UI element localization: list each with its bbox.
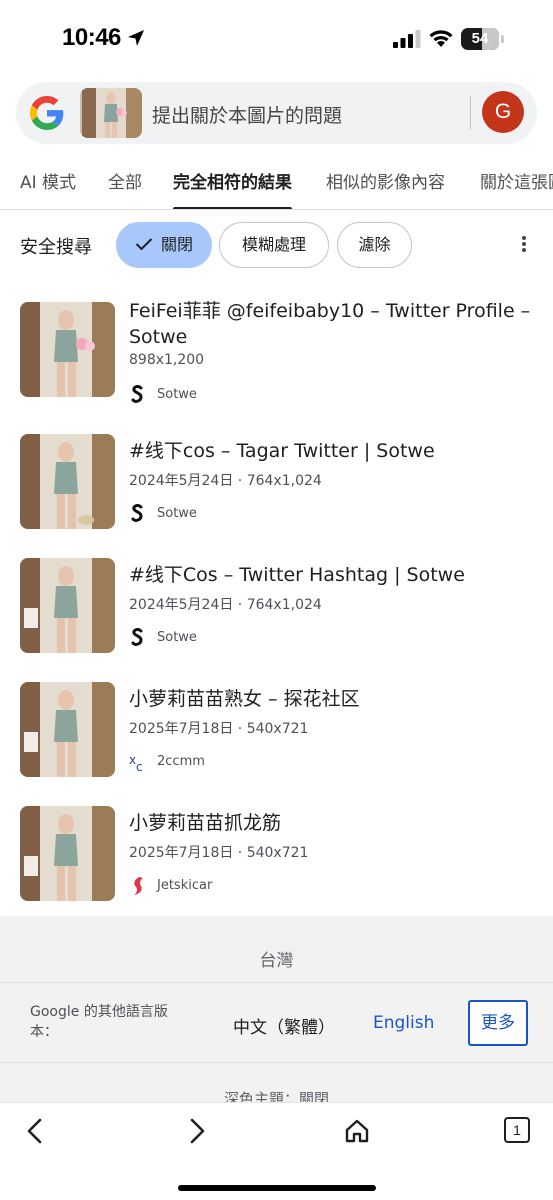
tab-all[interactable]: 全部 xyxy=(108,168,142,209)
source-name: 2ccmm xyxy=(157,754,205,769)
sotwe-icon xyxy=(131,385,143,403)
active-tab-indicator xyxy=(173,207,292,209)
footer-divider xyxy=(0,982,553,983)
check-icon xyxy=(135,238,153,251)
safe-search-blur-chip[interactable]: 模糊處理 xyxy=(219,222,329,268)
safe-search-off-chip[interactable]: 關閉 xyxy=(116,222,212,268)
tab-about-this-image[interactable]: 關於這張圖 xyxy=(480,168,553,209)
result-thumbnail[interactable] xyxy=(20,806,115,901)
more-options-icon[interactable] xyxy=(516,232,532,256)
tab-label: 關於這張圖 xyxy=(480,173,553,193)
search-tabs: AI 模式 全部 完全相符的結果 相似的影像內容 關於這張圖 xyxy=(0,160,553,210)
language-english-link[interactable]: English xyxy=(373,1013,434,1033)
status-time: 10:46 xyxy=(62,24,121,51)
result-item[interactable]: 小萝莉苗苗熟女 – 探花社区 2025年7月18日 · 540x721 xc 2… xyxy=(0,682,553,792)
language-chinese-traditional: 中文（繁體） xyxy=(233,1018,335,1038)
result-meta: 898x1,200 xyxy=(129,352,205,368)
cellular-signal-icon xyxy=(393,30,421,48)
region-label: 台灣 xyxy=(259,951,294,971)
tabs-switcher-button[interactable]: 1 xyxy=(504,1117,530,1143)
status-bar: 10:46 54 xyxy=(0,0,553,70)
home-icon[interactable] xyxy=(343,1117,371,1145)
safe-search-filter-chip[interactable]: 濾除 xyxy=(337,222,412,268)
google-logo-icon[interactable] xyxy=(30,96,64,130)
xc-icon: xc xyxy=(129,753,143,772)
sotwe-icon xyxy=(131,504,143,522)
result-item[interactable]: #线下Cos – Twitter Hashtag | Sotwe 2024年5月… xyxy=(0,558,553,668)
page-footer: 台灣 Google 的其他語言版本： 中文（繁體） English 更多 深色主… xyxy=(0,916,553,1108)
result-meta: 2025年7月18日 · 540x721 xyxy=(129,845,309,861)
result-thumbnail[interactable] xyxy=(20,558,115,653)
location-arrow-icon xyxy=(128,30,144,46)
browser-toolbar: 1 xyxy=(0,1102,553,1200)
chip-label: 模糊處理 xyxy=(241,235,306,254)
search-query-placeholder[interactable]: 提出關於本圖片的問題 xyxy=(152,101,342,128)
result-thumbnail[interactable] xyxy=(20,302,115,397)
search-bar[interactable]: 提出關於本圖片的問題 G xyxy=(16,82,537,144)
footer-divider xyxy=(0,1062,553,1063)
tab-label: 完全相符的結果 xyxy=(173,173,292,193)
back-arrow-icon[interactable] xyxy=(22,1117,50,1145)
result-thumbnail[interactable] xyxy=(20,682,115,777)
tab-ai-mode[interactable]: AI 模式 xyxy=(20,168,77,209)
result-meta: 2025年7月18日 · 540x721 xyxy=(129,721,309,737)
wifi-icon xyxy=(429,30,453,47)
tab-label: AI 模式 xyxy=(20,173,77,193)
battery-level: 54 xyxy=(471,30,489,47)
forward-arrow-icon[interactable] xyxy=(182,1117,210,1145)
result-title[interactable]: 小萝莉苗苗熟女 – 探花社区 xyxy=(129,686,539,712)
chip-label: 關閉 xyxy=(160,235,193,254)
svg-text:c: c xyxy=(136,760,143,772)
source-name: Sotwe xyxy=(157,506,197,521)
query-image-thumbnail[interactable] xyxy=(80,88,142,138)
safe-search-row: 安全搜尋 關閉 模糊處理 濾除 xyxy=(0,220,553,270)
safe-search-label: 安全搜尋 xyxy=(20,237,92,258)
tab-label: 相似的影像內容 xyxy=(326,173,445,193)
tab-visual-matches[interactable]: 相似的影像內容 xyxy=(326,168,445,209)
chip-label: 濾除 xyxy=(358,235,391,254)
source-name: Jetskicar xyxy=(157,878,213,893)
jetskicar-icon xyxy=(134,877,143,895)
search-divider xyxy=(470,96,471,130)
result-item[interactable]: #线下cos – Tagar Twitter | Sotwe 2024年5月24… xyxy=(0,434,553,544)
sotwe-icon xyxy=(131,628,143,646)
tab-exact-matches[interactable]: 完全相符的結果 xyxy=(173,168,292,209)
language-label: Google 的其他語言版本： xyxy=(30,1004,168,1040)
source-name: Sotwe xyxy=(157,387,197,402)
result-item[interactable]: FeiFei菲菲 @feifeibaby10 – Twitter Profile… xyxy=(0,300,553,412)
result-title[interactable]: #线下cos – Tagar Twitter | Sotwe xyxy=(129,438,539,464)
home-indicator xyxy=(178,1185,376,1191)
account-avatar[interactable]: G xyxy=(482,91,524,133)
battery-indicator: 54 xyxy=(461,28,505,50)
result-thumbnail[interactable] xyxy=(20,434,115,529)
result-title[interactable]: FeiFei菲菲 @feifeibaby10 – Twitter Profile… xyxy=(129,298,539,350)
result-title[interactable]: #线下Cos – Twitter Hashtag | Sotwe xyxy=(129,562,539,588)
source-name: Sotwe xyxy=(157,630,197,645)
tab-label: 全部 xyxy=(108,173,142,193)
result-meta: 2024年5月24日 · 764x1,024 xyxy=(129,597,322,613)
more-languages-button[interactable]: 更多 xyxy=(468,1000,528,1046)
result-title[interactable]: 小萝莉苗苗抓龙筋 xyxy=(129,810,539,836)
result-meta: 2024年5月24日 · 764x1,024 xyxy=(129,473,322,489)
result-item[interactable]: 小萝莉苗苗抓龙筋 2025年7月18日 · 540x721 Jetskicar xyxy=(0,806,553,916)
